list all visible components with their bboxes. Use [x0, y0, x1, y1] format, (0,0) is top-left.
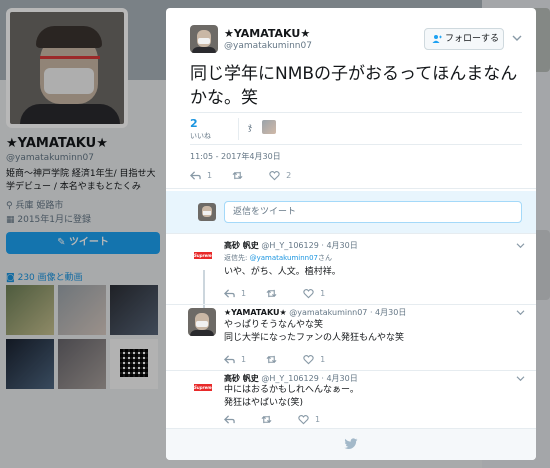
divider: [166, 188, 536, 189]
liker-avatar[interactable]: ჯ: [248, 123, 258, 133]
tweet-text: 同じ学年にNMBの子がおるってほんまなんかな。笑: [190, 64, 518, 108]
reply-avatar[interactable]: [188, 308, 216, 336]
reply-date[interactable]: 4月30日: [326, 241, 357, 250]
like-action[interactable]: 1: [303, 288, 325, 299]
tweet-modal: ★YAMATAKU★ @yamatakuminn07 フォローする 同じ学年にN…: [166, 8, 536, 460]
divider: [166, 304, 536, 305]
reply-icon: [224, 288, 235, 298]
retweet-action[interactable]: [266, 288, 277, 299]
reply-text: やっぱりそうなんやな笑 同じ大学になったファンの人発狂もんやな笑: [224, 320, 405, 343]
heart-icon: [303, 288, 314, 298]
divider: [190, 144, 522, 145]
reply-header: 高砂 帆史 @H_Y_106129 · 4月30日: [224, 374, 358, 383]
reply-actions: 1: [224, 412, 340, 426]
like-action[interactable]: 2: [269, 170, 291, 181]
follow-button[interactable]: フォローする: [424, 28, 504, 50]
twitter-bird-icon: [344, 438, 358, 450]
reply-avatar[interactable]: Supreme: [194, 252, 214, 259]
reply-actions: 1 1: [224, 286, 345, 300]
likes-count[interactable]: 2: [190, 117, 198, 130]
reply-action[interactable]: 1: [224, 354, 246, 365]
like-action[interactable]: 1: [298, 414, 320, 425]
reply-icon: [190, 170, 201, 180]
chevron-down-icon[interactable]: [516, 242, 525, 249]
replying-to-link[interactable]: @yamatakuminn07: [250, 254, 318, 262]
tweet-actions: 1 2: [190, 168, 311, 182]
reply-text: いや、がち、人文。植村祥。: [224, 267, 341, 277]
divider: [166, 233, 536, 234]
reply-author-name[interactable]: 高砂 帆史: [224, 374, 259, 383]
add-person-icon: [432, 35, 442, 43]
heart-icon: [269, 170, 280, 180]
reply-author-handle[interactable]: @H_Y_106129: [261, 241, 318, 250]
chevron-down-icon[interactable]: [516, 375, 525, 382]
reply-actions: 1 1: [224, 352, 345, 366]
retweet-action[interactable]: [232, 170, 243, 181]
replying-to: 返信先: @yamatakuminn07さん: [224, 254, 332, 262]
reply-action[interactable]: 1: [190, 170, 212, 181]
chevron-down-icon[interactable]: [512, 34, 522, 42]
divider: [238, 118, 239, 140]
reply-icon: [224, 414, 235, 424]
like-action[interactable]: 1: [303, 354, 325, 365]
reply-header: 高砂 帆史 @H_Y_106129 · 4月30日: [224, 241, 358, 250]
reply-date[interactable]: 4月30日: [326, 374, 357, 383]
retweet-icon: [266, 289, 277, 297]
retweet-icon: [266, 355, 277, 363]
reply-avatar[interactable]: Supreme: [194, 384, 214, 391]
likes-label: いいね: [190, 132, 211, 140]
reply-author-name[interactable]: 高砂 帆史: [224, 241, 259, 250]
retweet-icon: [261, 415, 272, 423]
divider: [190, 112, 522, 113]
retweet-icon: [232, 171, 243, 179]
author-name[interactable]: ★YAMATAKU★: [224, 27, 310, 40]
reply-date[interactable]: 4月30日: [375, 308, 406, 317]
divider: [166, 370, 536, 371]
heart-icon: [303, 354, 314, 364]
reply-action[interactable]: [224, 414, 241, 425]
retweet-action[interactable]: [266, 354, 277, 365]
reply-text: 中にはおるかもしれへんなぁー。 発狂はやばいな(笑): [224, 385, 359, 408]
reply-input[interactable]: 返信をツイート: [224, 201, 522, 223]
tweet-timestamp[interactable]: 11:05 - 2017年4月30日: [190, 151, 281, 162]
reply-composer: 返信をツイート: [166, 191, 536, 233]
thread-connector: [203, 270, 205, 308]
reply-icon: [224, 354, 235, 364]
current-user-avatar: [198, 203, 216, 221]
reply-action[interactable]: 1: [224, 288, 246, 299]
chevron-down-icon[interactable]: [516, 309, 525, 316]
reply-author-name[interactable]: ★YAMATAKU★: [224, 308, 287, 317]
reply-author-handle[interactable]: @H_Y_106129: [261, 374, 318, 383]
reply-header: ★YAMATAKU★ @yamatakuminn07 · 4月30日: [224, 308, 407, 317]
liker-avatar[interactable]: [262, 120, 276, 134]
retweet-action[interactable]: [261, 414, 272, 425]
reply-author-handle[interactable]: @yamatakuminn07: [289, 308, 367, 317]
heart-icon: [298, 414, 309, 424]
author-handle[interactable]: @yamatakuminn07: [224, 41, 312, 51]
author-avatar[interactable]: [190, 25, 218, 53]
modal-footer: [166, 428, 536, 460]
